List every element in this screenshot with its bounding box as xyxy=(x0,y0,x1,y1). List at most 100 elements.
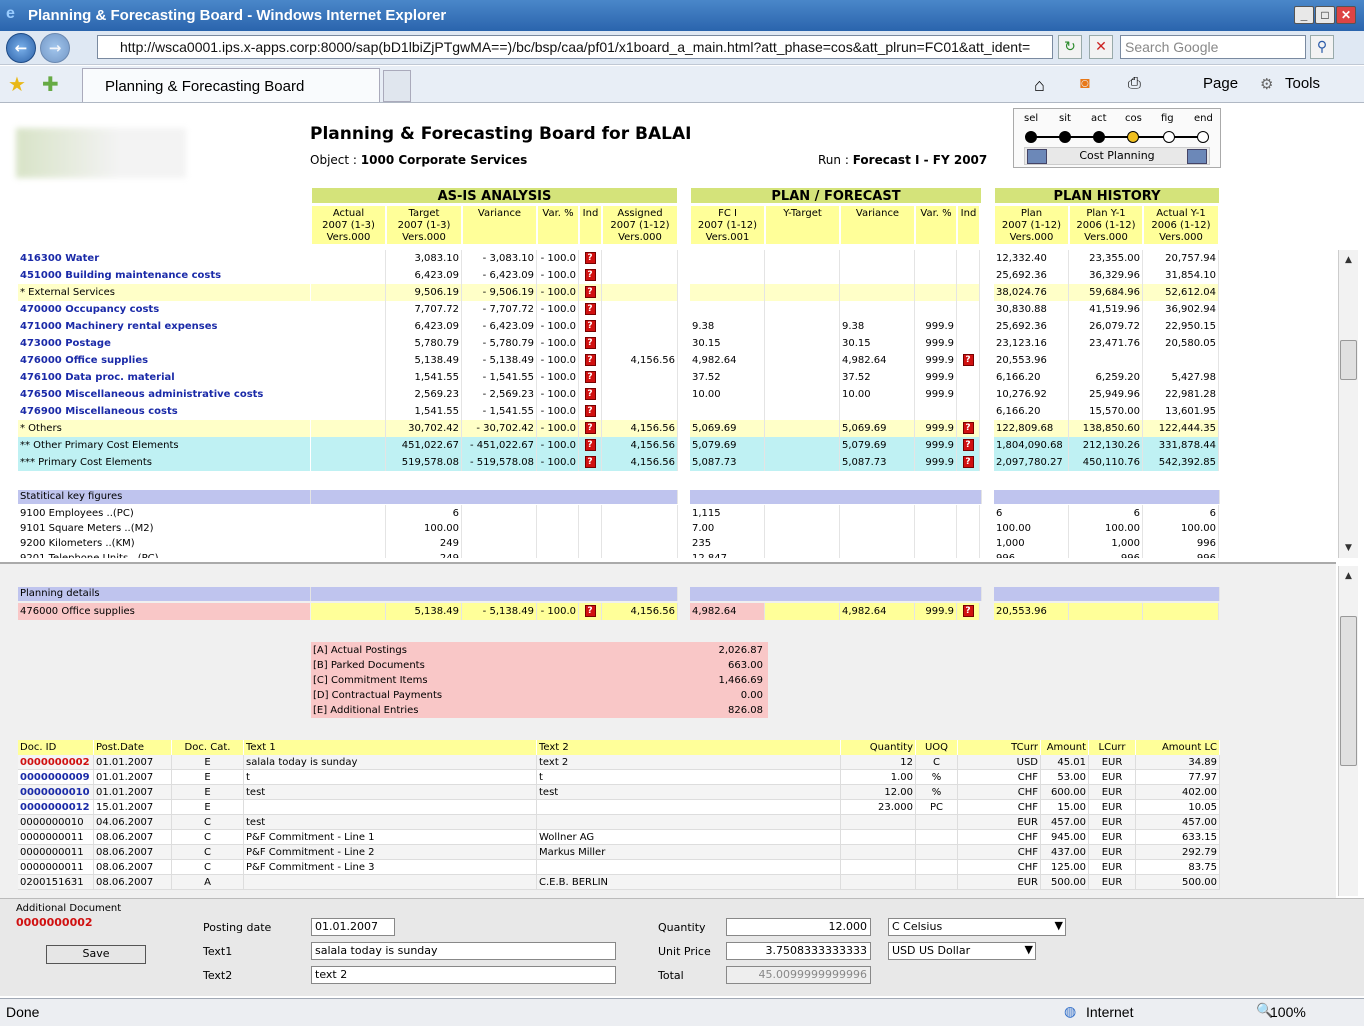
text1-input[interactable]: salala today is sunday xyxy=(311,942,616,960)
doc-id-link[interactable]: 0000000012 xyxy=(18,800,94,815)
red-flag-icon[interactable]: ? xyxy=(584,286,596,298)
tools-menu[interactable]: Tools xyxy=(1285,75,1320,92)
quantity-input[interactable]: 12.000 xyxy=(726,918,871,936)
red-flag-icon[interactable]: ? xyxy=(962,605,974,617)
red-flag-icon[interactable]: ? xyxy=(962,354,974,366)
row-cell xyxy=(311,284,386,301)
red-flag-icon[interactable]: ? xyxy=(962,456,974,468)
table-row[interactable]: 476000 Office supplies 5,138.49- 5,138.49… xyxy=(18,352,1220,369)
phase-dot-act[interactable] xyxy=(1093,131,1105,143)
red-flag-icon[interactable]: ? xyxy=(584,371,596,383)
red-flag-icon[interactable]: ? xyxy=(584,405,596,417)
save-button[interactable]: Save xyxy=(46,945,146,964)
red-flag-icon[interactable]: ? xyxy=(584,320,596,332)
doc-row[interactable]: 0000000002 01.01.2007 Esalala today is sun… xyxy=(18,755,1220,770)
red-flag-icon[interactable]: ? xyxy=(584,456,596,468)
red-flag-icon[interactable]: ? xyxy=(584,252,596,264)
page-menu[interactable]: Page xyxy=(1203,75,1238,92)
search-icon[interactable]: ⚲ xyxy=(1310,35,1334,59)
table-row[interactable]: 476900 Miscellaneous costs 1,541.55- 1,54… xyxy=(18,403,1220,420)
row-cell xyxy=(957,284,980,301)
grid-scrollbar[interactable]: ▲ ▼ xyxy=(1338,250,1358,558)
table-row[interactable]: ** Other Primary Cost Elements 451,022.67… xyxy=(18,437,1220,454)
red-flag-icon[interactable]: ? xyxy=(962,422,974,434)
feeds-icon[interactable]: ◙ xyxy=(1080,75,1090,93)
cost-element-grid[interactable]: 416300 Water 3,083.10- 3,083.10- 100.0? 12… xyxy=(0,250,1336,558)
doc-row[interactable]: 0000000011 08.06.2007 C P&F Commitment - Li… xyxy=(18,830,1220,845)
table-row[interactable]: * Others 30,702.42- 30,702.42- 100.0? 4,15… xyxy=(18,420,1220,437)
table-row[interactable]: 416300 Water 3,083.10- 3,083.10- 100.0? 12… xyxy=(18,250,1220,267)
table-row[interactable]: 470000 Occupancy costs 7,707.72- 7,707.72… xyxy=(18,301,1220,318)
table-row[interactable]: 471000 Machinery rental expenses 6,423.09… xyxy=(18,318,1220,335)
search-input[interactable]: Search Google xyxy=(1120,35,1306,59)
phase-dot-sel[interactable] xyxy=(1025,131,1037,143)
currency-select[interactable]: USD US Dollar ▼ xyxy=(888,942,1036,960)
doc-id-link: 0200151631 xyxy=(18,875,94,890)
doc-row[interactable]: 0000000009 01.01.2007 Et t 1.00% CHF 53.00 EUR 7… xyxy=(18,770,1220,785)
table-row[interactable]: 9201 Telephone Units ..(PC)24912,8479969… xyxy=(18,550,1220,558)
red-flag-icon[interactable]: ? xyxy=(584,303,596,315)
add-favorites-icon[interactable]: ✚ xyxy=(42,72,59,96)
stop-button[interactable]: ✕ xyxy=(1089,35,1113,59)
uoq-select[interactable]: C Celsius ▼ xyxy=(888,918,1066,936)
phase-dot-fig[interactable] xyxy=(1163,131,1175,143)
doc-row[interactable]: 0000000011 08.06.2007 C P&F Commitment - Li… xyxy=(18,845,1220,860)
doc-id-link[interactable]: 0000000010 xyxy=(18,785,94,800)
phase-dot-end[interactable] xyxy=(1197,131,1209,143)
table-row[interactable]: 476500 Miscellaneous administrative cost… xyxy=(18,386,1220,403)
posting-date-input[interactable]: 01.01.2007 xyxy=(311,918,395,936)
scroll-up-icon[interactable]: ▲ xyxy=(1340,568,1357,584)
address-bar[interactable]: http://wsca0001.ips.x-apps.corp:8000/sap… xyxy=(97,35,1053,59)
scroll-up-icon[interactable]: ▲ xyxy=(1340,252,1357,268)
prev-phase-icon[interactable] xyxy=(1027,149,1047,164)
red-flag-icon[interactable]: ? xyxy=(584,439,596,451)
maximize-button[interactable]: □ xyxy=(1315,6,1335,24)
home-icon[interactable]: ⌂ xyxy=(1034,75,1045,96)
tab-planning-board[interactable]: Planning & Forecasting Board xyxy=(82,68,380,102)
red-flag-icon[interactable]: ? xyxy=(584,422,596,434)
next-phase-icon[interactable] xyxy=(1187,149,1207,164)
scroll-thumb[interactable] xyxy=(1340,616,1357,766)
table-row[interactable]: 476000 Office supplies 5,138.49- 5,138.49… xyxy=(18,603,1220,620)
red-flag-icon[interactable]: ? xyxy=(584,269,596,281)
unit-price-input[interactable]: 3.7508333333333 xyxy=(726,942,871,960)
row-cell xyxy=(311,437,386,454)
doc-id-link[interactable]: 0000000002 xyxy=(18,755,94,770)
details-scrollbar[interactable]: ▲ xyxy=(1338,566,1358,896)
gear-icon[interactable]: ⚙ xyxy=(1260,75,1273,93)
table-row[interactable]: * External Services 9,506.19- 9,506.19- 1… xyxy=(18,284,1220,301)
zoom-level[interactable]: 100% xyxy=(1270,1004,1306,1020)
minimize-button[interactable]: _ xyxy=(1294,6,1314,24)
new-tab-button[interactable] xyxy=(383,70,411,102)
red-flag-icon[interactable]: ? xyxy=(962,439,974,451)
favorites-star-icon[interactable]: ★ xyxy=(8,72,26,96)
doc-row[interactable]: 0200151631 08.06.2007 A C.E.B. BERLIN EUR 500… xyxy=(18,875,1220,890)
row-cell: ? xyxy=(957,603,980,620)
refresh-button[interactable]: ↻ xyxy=(1058,35,1082,59)
text2-input[interactable]: text 2 xyxy=(311,966,616,984)
print-icon[interactable]: ⎙ xyxy=(1128,75,1141,93)
doc-row[interactable]: 0000000012 15.01.2007 E 23.000 PC CHF 15.00 EUR… xyxy=(18,800,1220,815)
text2-label: Text2 xyxy=(203,969,233,982)
table-row[interactable]: 476100 Data proc. material 1,541.55- 1,54… xyxy=(18,369,1220,386)
doc-row[interactable]: 0000000011 08.06.2007 C P&F Commitment - Li… xyxy=(18,860,1220,875)
phase-dot-sit[interactable] xyxy=(1059,131,1071,143)
table-row[interactable]: 451000 Building maintenance costs 6,423.0… xyxy=(18,267,1220,284)
doc-row[interactable]: 0000000010 01.01.2007 Etest test 12.00% CHF 60… xyxy=(18,785,1220,800)
red-flag-icon[interactable]: ? xyxy=(584,354,596,366)
row-cell: 36,329.96 xyxy=(1069,267,1143,284)
table-row[interactable]: 473000 Postage 5,780.79- 5,780.79- 100.0?… xyxy=(18,335,1220,352)
close-button[interactable]: ✕ xyxy=(1336,6,1356,24)
scroll-down-icon[interactable]: ▼ xyxy=(1340,540,1357,556)
forward-button[interactable]: → xyxy=(40,33,70,63)
doc-row[interactable]: 0000000010 04.06.2007 Ctest EUR 457.00 EUR 457… xyxy=(18,815,1220,830)
phase-dot-cos[interactable] xyxy=(1127,131,1139,143)
red-flag-icon[interactable]: ? xyxy=(584,388,596,400)
scroll-thumb[interactable] xyxy=(1340,340,1357,380)
back-button[interactable]: ← xyxy=(6,33,36,63)
red-flag-icon[interactable]: ? xyxy=(584,337,596,349)
row-cell: - 100.0 xyxy=(537,301,579,318)
table-row[interactable]: *** Primary Cost Elements 519,578.08- 519… xyxy=(18,454,1220,471)
doc-id-link[interactable]: 0000000009 xyxy=(18,770,94,785)
red-flag-icon[interactable]: ? xyxy=(584,605,596,617)
